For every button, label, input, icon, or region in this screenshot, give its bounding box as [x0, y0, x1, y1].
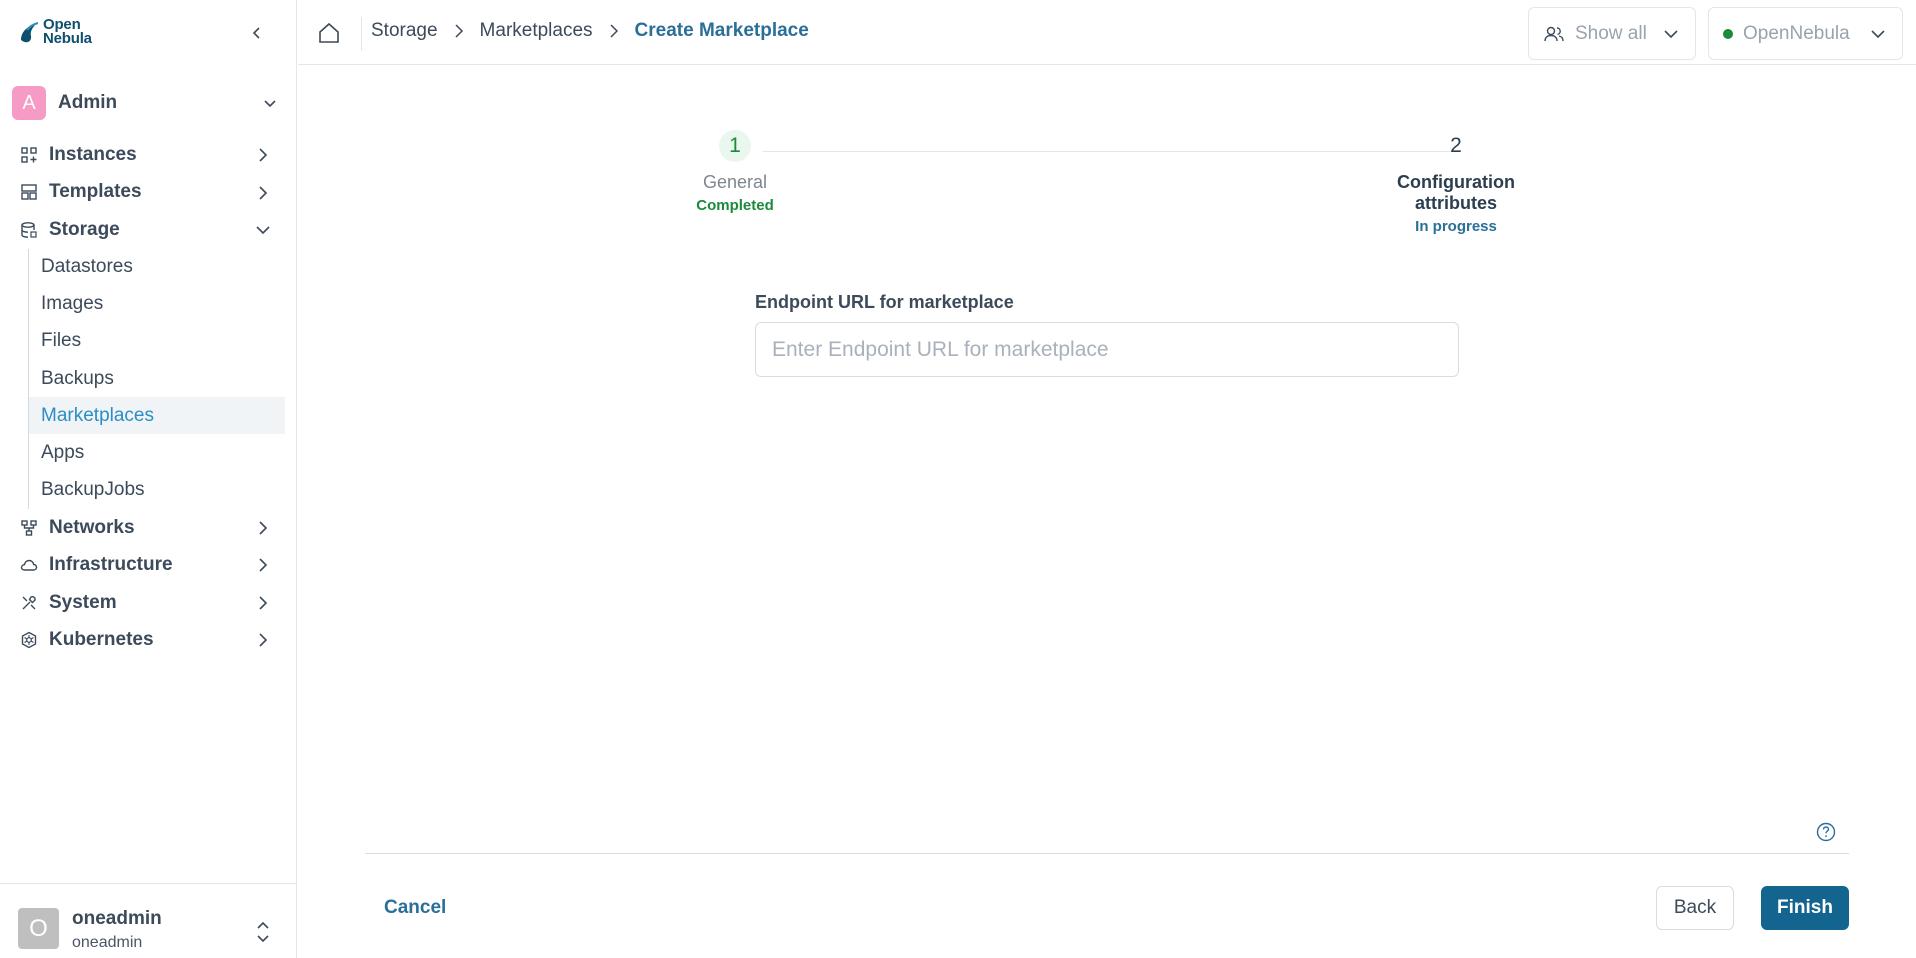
- stepper-connector: [763, 151, 1452, 152]
- chevron-down-icon: [256, 226, 270, 235]
- app-root: Open Nebula A Admin Instances Templates …: [0, 0, 1916, 958]
- collapse-sidebar-button[interactable]: [244, 20, 270, 46]
- step-title: Configuration attributes: [1397, 172, 1515, 213]
- sidebar-subitem-backups[interactable]: Backups: [29, 360, 285, 397]
- top-header: Storage Marketplaces Create Marketplace …: [298, 0, 1916, 65]
- chevron-left-icon: [252, 27, 260, 39]
- opennebula-logo[interactable]: Open Nebula: [18, 17, 92, 47]
- user-menu: O oneadmin oneadmin: [0, 883, 297, 958]
- step-number: 2: [1450, 134, 1462, 157]
- step-status: Completed: [696, 197, 774, 214]
- layout-icon: [18, 181, 40, 203]
- sidebar-subitem-marketplaces[interactable]: Marketplaces: [29, 397, 285, 435]
- group-selector[interactable]: A Admin: [12, 86, 284, 120]
- sidebar: Open Nebula A Admin Instances Templates …: [0, 0, 297, 958]
- users-icon: [1544, 26, 1564, 41]
- endpoint-url-label: Endpoint URL for marketplace: [755, 292, 1014, 312]
- step-configuration-attributes[interactable]: 2 Configuration attributes In progress: [1356, 130, 1556, 235]
- sidebar-item-instances[interactable]: Instances: [0, 136, 297, 174]
- wizard-stepper: 1 General Completed 2 Configuration attr…: [660, 130, 1600, 235]
- kubernetes-icon: [18, 629, 40, 651]
- header-divider: [361, 17, 362, 51]
- avatar: O: [18, 908, 59, 949]
- chevron-up-down-icon[interactable]: [252, 918, 274, 946]
- network-icon: [18, 517, 40, 539]
- chevron-down-icon: [1871, 29, 1885, 38]
- grid-plus-icon: [18, 144, 40, 166]
- finish-button[interactable]: Finish: [1761, 886, 1849, 930]
- database-icon: [18, 219, 40, 241]
- breadcrumb-marketplaces[interactable]: Marketplaces: [480, 20, 593, 42]
- sidebar-item-storage[interactable]: Storage: [0, 211, 297, 249]
- user-group: oneadmin: [72, 934, 143, 951]
- step-title: General: [702, 172, 768, 192]
- chevron-right-icon: [259, 633, 268, 647]
- step-number: 1: [719, 130, 751, 162]
- sidebar-nav: Instances Templates Storage Datastores I: [0, 136, 297, 659]
- chevron-right-icon: [259, 596, 268, 610]
- help-icon[interactable]: [1815, 821, 1837, 843]
- group-filter-label: Show all: [1575, 22, 1647, 44]
- zone-label: OpenNebula: [1743, 22, 1850, 44]
- tools-icon: [18, 592, 40, 614]
- group-filter-dropdown[interactable]: Show all: [1528, 7, 1696, 60]
- sidebar-item-kubernetes[interactable]: Kubernetes: [0, 621, 297, 659]
- sidebar-item-system[interactable]: System: [0, 584, 297, 622]
- step-general[interactable]: 1 General Completed: [660, 130, 810, 214]
- zone-status-dot: [1723, 28, 1733, 39]
- chevron-down-icon: [264, 100, 276, 108]
- cancel-button[interactable]: Cancel: [372, 888, 458, 928]
- sidebar-item-templates[interactable]: Templates: [0, 174, 297, 212]
- chevron-right-icon: [259, 521, 268, 535]
- breadcrumb: Storage Marketplaces Create Marketplace: [371, 20, 809, 42]
- group-label: Admin: [58, 92, 118, 113]
- cloud-icon: [18, 554, 40, 576]
- chevron-down-icon: [1664, 29, 1678, 38]
- sidebar-subitem-backupjobs[interactable]: BackupJobs: [29, 472, 285, 509]
- breadcrumb-storage[interactable]: Storage: [371, 20, 438, 42]
- step-status: In progress: [1415, 218, 1497, 235]
- chevron-right-icon: [455, 24, 463, 38]
- footer-divider: [365, 853, 1849, 854]
- zone-dropdown[interactable]: OpenNebula: [1708, 7, 1903, 60]
- storage-subnav: Datastores Images Files Backups Marketpl…: [28, 248, 297, 509]
- sidebar-subitem-files[interactable]: Files: [29, 323, 285, 360]
- home-icon[interactable]: [316, 20, 342, 46]
- sidebar-item-infrastructure[interactable]: Infrastructure: [0, 546, 297, 584]
- sidebar-item-networks[interactable]: Networks: [0, 509, 297, 547]
- chevron-right-icon: [259, 148, 268, 162]
- chevron-right-icon: [259, 558, 268, 572]
- sidebar-subitem-images[interactable]: Images: [29, 286, 285, 323]
- endpoint-url-input[interactable]: [755, 322, 1459, 377]
- logo-text: Open Nebula: [43, 17, 92, 47]
- sidebar-subitem-apps[interactable]: Apps: [29, 434, 285, 471]
- logo-text-line2: Nebula: [43, 30, 92, 47]
- chevron-right-icon: [610, 24, 618, 38]
- sidebar-subitem-datastores[interactable]: Datastores: [29, 249, 285, 286]
- user-name: oneadmin: [72, 908, 162, 929]
- back-button[interactable]: Back: [1656, 886, 1734, 930]
- group-avatar: A: [12, 86, 46, 120]
- breadcrumb-current: Create Marketplace: [634, 20, 809, 41]
- opennebula-logo-icon: [21, 22, 39, 43]
- chevron-right-icon: [259, 185, 268, 200]
